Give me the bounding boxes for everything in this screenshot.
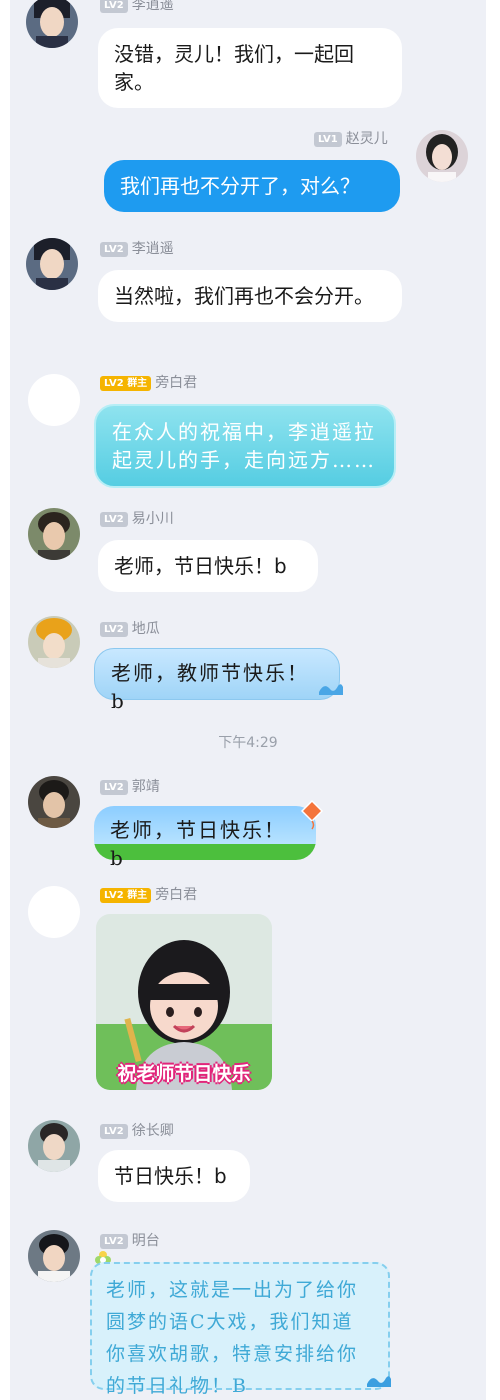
avatar-digua[interactable]: [28, 616, 80, 668]
message-bubble[interactable]: 没错，灵儿！我们，一起回家。: [98, 28, 402, 108]
level-text: LV2: [104, 377, 124, 389]
group-owner-badge: 群主: [127, 377, 148, 389]
level-text: LV2: [104, 889, 124, 901]
group-owner-badge: 群主: [127, 889, 148, 901]
message-bubble-themed[interactable]: 老师，节日快乐！b: [94, 806, 316, 870]
level-badge: LV2: [100, 511, 128, 527]
level-badge: LV2: [100, 621, 128, 637]
level-badge: LV2: [100, 1233, 128, 1249]
sticker-image[interactable]: 祝老师节日快乐: [96, 914, 272, 1090]
sender-name[interactable]: 赵灵儿: [346, 130, 388, 148]
message-bubble-themed[interactable]: 老师，教师节快乐！b: [94, 648, 340, 713]
wave-icon: [366, 1372, 392, 1388]
avatar-narrator[interactable]: [28, 886, 80, 938]
level-badge: LV2 群主: [100, 375, 152, 391]
level-badge: LV2: [100, 241, 128, 257]
level-badge: LV2: [100, 779, 128, 795]
sender-name[interactable]: 旁白君: [155, 886, 197, 904]
sticker-caption: 祝老师节日快乐: [117, 1063, 251, 1085]
sender-meta: LV2 地瓜: [100, 620, 160, 638]
message-bubble-themed[interactable]: 老师，这就是一出为了给你圆梦的语C大戏，我们知道你喜欢胡歌，特意安排给你的节日礼…: [90, 1262, 390, 1397]
sender-meta: LV2 群主 旁白君: [100, 886, 197, 904]
sender-name[interactable]: 易小川: [132, 510, 174, 528]
sender-name[interactable]: 地瓜: [132, 620, 160, 638]
message-bubble[interactable]: 节日快乐！b: [98, 1150, 250, 1202]
chat-area[interactable]: LV2 李逍遥 没错，灵儿！我们，一起回家。 LV1 赵灵儿 我们再也不分开了，…: [10, 0, 486, 1400]
sender-meta: LV2 李逍遥: [100, 240, 174, 258]
sender-name[interactable]: 李逍遥: [132, 240, 174, 258]
kite-icon: [300, 799, 324, 830]
message-bubble[interactable]: 当然啦，我们再也不会分开。: [98, 270, 402, 322]
sender-meta: LV2 群主 旁白君: [100, 374, 197, 392]
avatar-ming-tai[interactable]: [28, 1230, 80, 1282]
avatar-li-xiaoyao[interactable]: [26, 238, 78, 290]
sender-name[interactable]: 旁白君: [155, 374, 197, 392]
sender-meta: LV2 李逍遥: [100, 0, 174, 14]
sender-name[interactable]: 李逍遥: [132, 0, 174, 14]
timestamp: 下午4:29: [218, 735, 278, 751]
avatar-guo-jing[interactable]: [28, 776, 80, 828]
sender-meta: LV2 郭靖: [100, 778, 160, 796]
level-badge: LV2: [100, 1123, 128, 1139]
sender-name[interactable]: 郭靖: [132, 778, 160, 796]
level-badge: LV1: [314, 131, 342, 147]
sender-name[interactable]: 明台: [132, 1232, 160, 1250]
level-badge: LV2 群主: [100, 887, 152, 903]
sender-meta: LV1 赵灵儿: [314, 130, 388, 148]
message-bubble-mine[interactable]: 我们再也不分开了，对么？: [104, 160, 400, 212]
message-bubble[interactable]: 老师，节日快乐！b: [98, 540, 318, 592]
avatar-li-xiaoyao[interactable]: [26, 0, 78, 48]
avatar-xu-changqing[interactable]: [28, 1120, 80, 1172]
avatar-zhao-linger[interactable]: [416, 130, 468, 182]
sender-meta: LV2 明台: [100, 1232, 160, 1250]
sender-meta: LV2 易小川: [100, 510, 174, 528]
wave-icon: [318, 680, 344, 696]
message-bubble-themed[interactable]: 在众人的祝福中，李逍遥拉起灵儿的手，走向远方……: [94, 404, 396, 488]
sender-meta: LV2 徐长卿: [100, 1122, 174, 1140]
sender-name[interactable]: 徐长卿: [132, 1122, 174, 1140]
level-badge: LV2: [100, 0, 128, 13]
avatar-yi-xiaochuan[interactable]: [28, 508, 80, 560]
avatar-narrator[interactable]: [28, 374, 80, 426]
